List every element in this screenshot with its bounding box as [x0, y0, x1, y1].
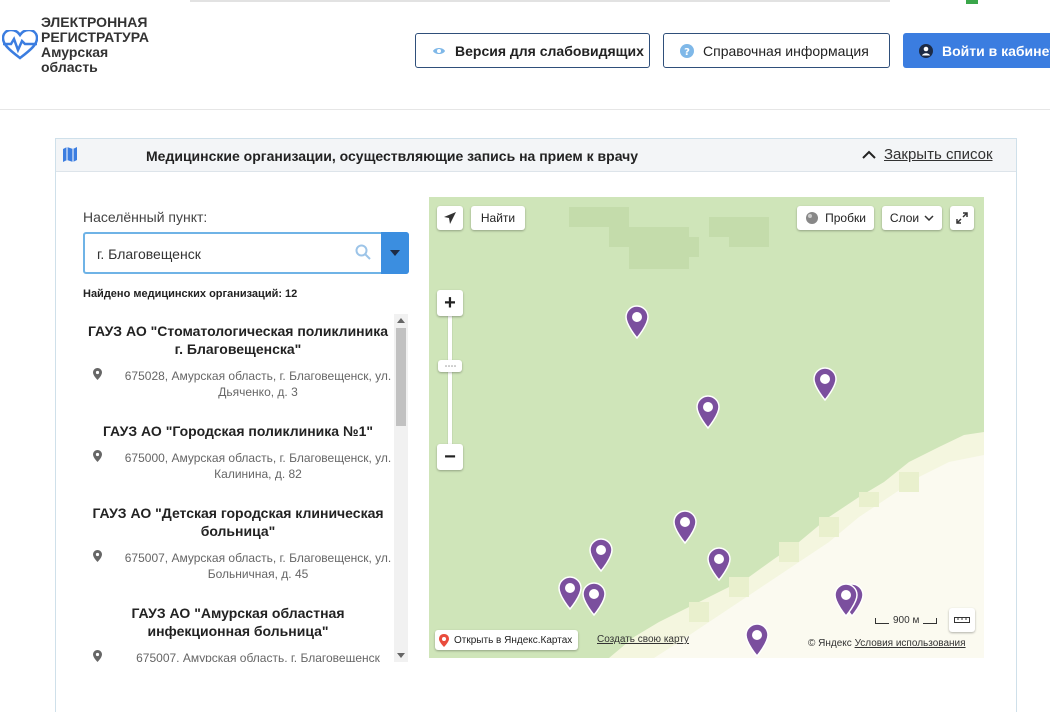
terms-of-use-link[interactable]: Условия использования — [855, 638, 966, 649]
list-item[interactable]: ГАУЗ АО "Амурская областная инфекционная… — [83, 604, 393, 662]
minus-icon: − — [444, 445, 456, 468]
map-find-label: Найти — [480, 211, 516, 225]
map-marker-icon[interactable] — [673, 510, 697, 544]
organizations-list: ГАУЗ АО "Стоматологическая поликлиника г… — [83, 314, 409, 662]
org-address: 675007, Амурская область, г. Благовещенс… — [83, 650, 393, 662]
map-marker-icon[interactable] — [834, 583, 858, 617]
chevron-down-icon — [924, 215, 934, 221]
logo-line: Амурская — [41, 44, 109, 60]
eye-icon — [432, 46, 446, 56]
found-count: Найдено медицинских организаций: 12 — [83, 288, 298, 300]
org-address-text: 675000, Амурская область, г. Благовещенс… — [124, 451, 392, 481]
city-select-value: г. Благовещенск — [97, 246, 201, 262]
layers-button[interactable]: Слои — [882, 206, 942, 230]
map-marker-icon[interactable] — [582, 582, 606, 616]
caret-down-icon — [390, 250, 400, 256]
list-item[interactable]: ГАУЗ АО "Стоматологическая поликлиника г… — [83, 322, 393, 400]
logo-line: область — [41, 59, 98, 75]
org-address: 675007, Амурская область, г. Благовещенс… — [83, 550, 393, 582]
city-select[interactable]: г. Благовещенск — [83, 232, 409, 274]
open-in-yandex-maps-label: Открыть в Яндекс.Картах — [454, 634, 573, 646]
location-pin-icon — [93, 550, 102, 562]
scale-label: 900 м — [893, 615, 920, 626]
org-name: ГАУЗ АО "Стоматологическая поликлиника г… — [87, 323, 389, 357]
yandex-pin-icon — [439, 633, 449, 647]
org-address: 675028, Амурская область, г. Благовещенс… — [83, 368, 393, 400]
list-item[interactable]: ГАУЗ АО "Детская городская клиническая б… — [83, 504, 393, 582]
reference-info-button[interactable]: ? Справочная информация — [663, 33, 890, 68]
ruler-button[interactable] — [949, 608, 975, 632]
map-find-button[interactable]: Найти — [471, 206, 525, 230]
chevron-up-icon — [862, 150, 876, 159]
login-label: Войти в кабинет — [942, 42, 1050, 59]
question-circle-icon: ? — [680, 43, 694, 58]
create-your-map-link[interactable]: Создать свою карту — [597, 634, 689, 645]
city-dropdown-button[interactable] — [381, 232, 409, 274]
map-icon — [63, 147, 77, 167]
map-scale: 900 м — [875, 615, 938, 626]
low-vision-button[interactable]: Версия для слабовидящих — [415, 33, 650, 68]
org-name: ГАУЗ АО "Амурская областная инфекционная… — [131, 605, 345, 639]
layers-label: Слои — [889, 211, 920, 225]
panel-header: Медицинские организации, осуществляющие … — [56, 139, 1016, 172]
map-copyright: © Яндекс Условия использования — [808, 638, 966, 649]
zoom-slider-rail[interactable] — [448, 314, 452, 446]
user-circle-icon — [919, 43, 933, 58]
traffic-light-icon — [806, 212, 819, 224]
list-scrollbar[interactable] — [394, 314, 408, 662]
grip-icon — [445, 365, 456, 367]
location-pin-icon — [93, 368, 102, 380]
organizations-panel: Медицинские организации, осуществляющие … — [55, 138, 1017, 712]
search-icon[interactable] — [355, 244, 371, 265]
navigation-arrow-icon — [444, 212, 456, 224]
traffic-label: Пробки — [825, 211, 866, 225]
scroll-up-arrow-icon[interactable] — [397, 318, 405, 323]
map-marker-icon[interactable] — [813, 367, 837, 401]
close-list-label: Закрыть список — [884, 146, 993, 163]
scrollbar-thumb[interactable] — [396, 328, 406, 426]
org-address-text: 675007, Амурская область, г. Благовещенс… — [136, 651, 380, 662]
map-marker-icon[interactable] — [589, 538, 613, 572]
low-vision-label: Версия для слабовидящих — [455, 42, 644, 59]
zoom-out-button[interactable]: − — [437, 444, 463, 470]
map-marker-icon[interactable] — [745, 623, 769, 657]
site-header: ЭЛЕКТРОННАЯ РЕГИСТРАТУРА Амурская област… — [0, 0, 1050, 110]
org-address-text: 675028, Амурская область, г. Благовещенс… — [124, 369, 392, 399]
plus-icon: + — [444, 291, 456, 314]
location-pin-icon — [93, 450, 102, 462]
expand-icon — [956, 212, 968, 224]
org-address: 675000, Амурская область, г. Благовещенс… — [83, 450, 393, 482]
traffic-button[interactable]: Пробки — [797, 206, 874, 230]
geolocation-button[interactable] — [437, 206, 463, 230]
panel-title: Медицинские организации, осуществляющие … — [146, 148, 639, 164]
location-pin-icon — [93, 650, 102, 662]
login-button[interactable]: Войти в кабинет — [903, 33, 1050, 68]
scale-bar-right — [923, 617, 938, 624]
heart-pulse-logo-icon[interactable] — [2, 30, 38, 60]
map-marker-icon[interactable] — [558, 576, 582, 610]
yandex-map[interactable]: Найти Пробки Слои + − Открыть в Яндекс.К… — [429, 197, 984, 658]
reference-info-label: Справочная информация — [703, 42, 869, 59]
city-label: Населённый пункт: — [83, 209, 208, 225]
fullscreen-button[interactable] — [950, 206, 974, 230]
zoom-in-button[interactable]: + — [437, 290, 463, 316]
list-item[interactable]: ГАУЗ АО "Городская поликлиника №1" 67500… — [83, 422, 393, 482]
scroll-down-arrow-icon[interactable] — [397, 653, 405, 658]
org-name: ГАУЗ АО "Детская городская клиническая б… — [92, 505, 384, 539]
logo-line: ЭЛЕКТРОННАЯ — [41, 14, 148, 30]
map-marker-icon[interactable] — [625, 305, 649, 339]
copyright-text: © Яндекс — [808, 638, 852, 649]
logo-text[interactable]: ЭЛЕКТРОННАЯ РЕГИСТРАТУРА Амурская област… — [41, 15, 181, 75]
logo-line: РЕГИСТРАТУРА — [41, 29, 149, 45]
scale-bar-left — [875, 617, 889, 624]
open-in-yandex-maps-button[interactable]: Открыть в Яндекс.Картах — [435, 630, 579, 650]
svg-text:?: ? — [684, 47, 690, 58]
map-marker-icon[interactable] — [696, 395, 720, 429]
close-list-link[interactable]: Закрыть список — [862, 146, 993, 163]
ruler-icon — [954, 617, 970, 623]
zoom-slider-handle[interactable] — [438, 360, 462, 372]
org-name: ГАУЗ АО "Городская поликлиника №1" — [102, 423, 373, 439]
org-address-text: 675007, Амурская область, г. Благовещенс… — [124, 551, 392, 581]
map-marker-icon[interactable] — [707, 547, 731, 581]
